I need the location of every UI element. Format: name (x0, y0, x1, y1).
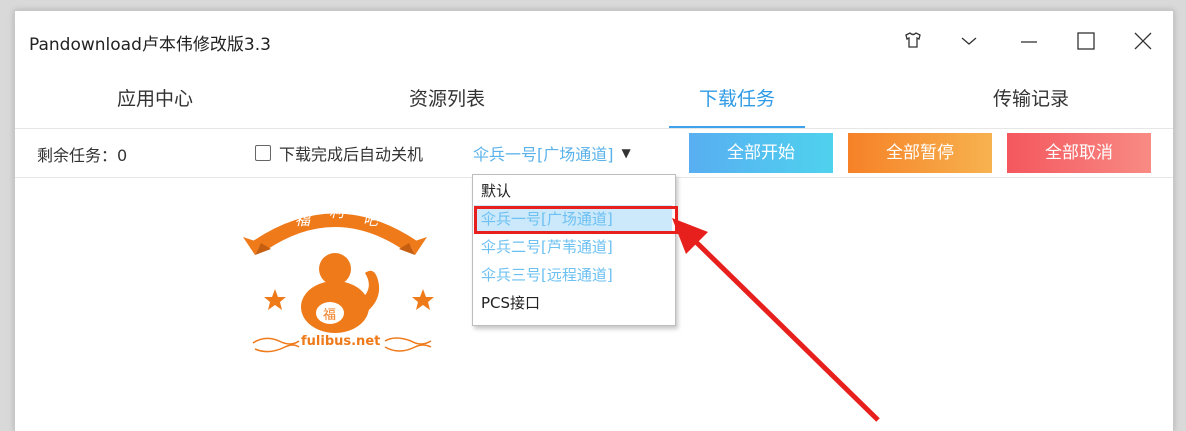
annotation-arrow (672, 218, 880, 422)
